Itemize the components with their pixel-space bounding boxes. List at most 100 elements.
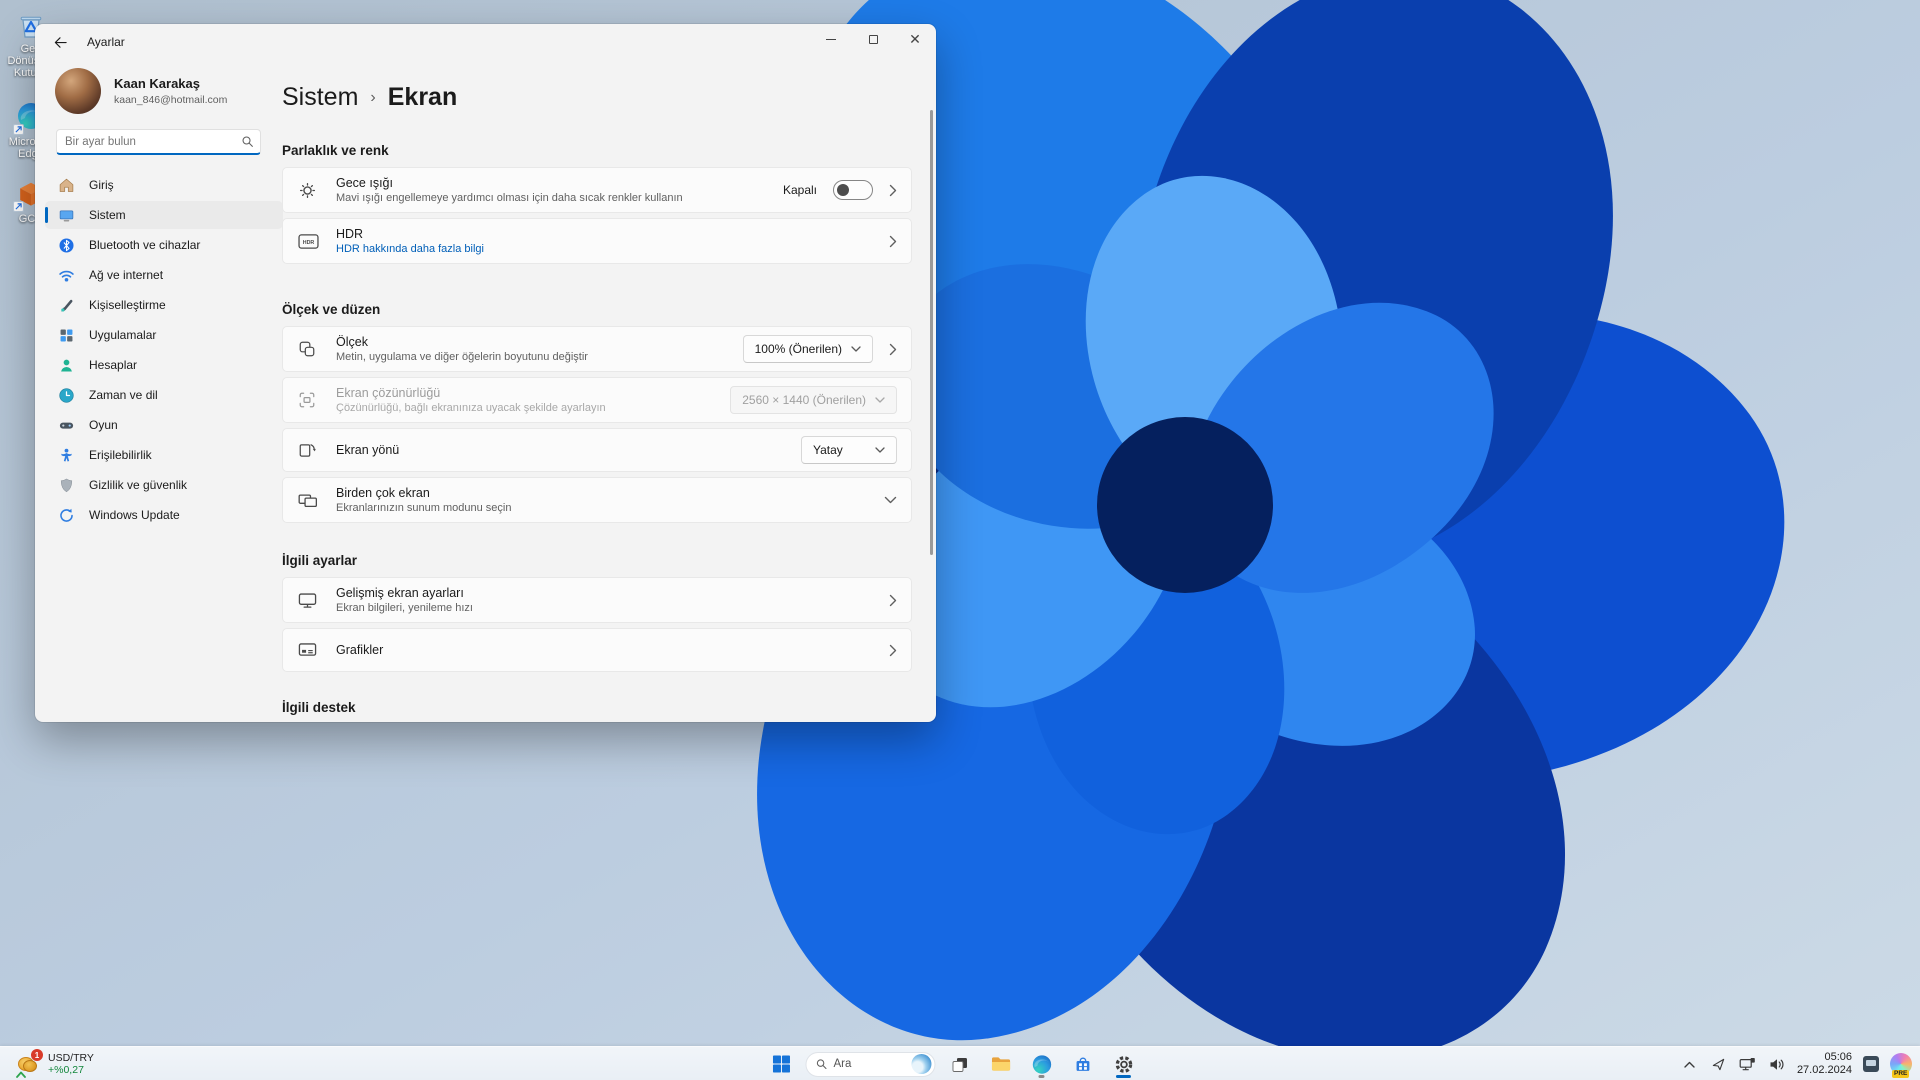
scale-value: 100% (Önerilen) [754, 342, 842, 356]
scrollbar[interactable] [930, 110, 933, 555]
row-multiple-displays[interactable]: Birden çok ekran Ekranlarınızın sunum mo… [282, 477, 912, 523]
minimize-button[interactable] [810, 24, 852, 54]
windows-logo-icon [772, 1055, 790, 1073]
sidebar-item-time-language[interactable]: Zaman ve dil [45, 381, 283, 409]
maximize-button[interactable] [852, 24, 894, 54]
system-icon [59, 209, 74, 221]
row-title: Ölçek [336, 335, 368, 349]
scale-dropdown[interactable]: 100% (Önerilen) [742, 335, 873, 363]
desktop: Geri Dönüşüm Kutusu Microsoft Edge GCC A… [0, 0, 1920, 1080]
search-daily-image [911, 1054, 932, 1074]
home-icon [59, 178, 74, 192]
task-view-button[interactable] [942, 1049, 976, 1079]
sidebar-item-home[interactable]: Giriş [45, 171, 283, 199]
store-button[interactable] [1065, 1049, 1099, 1079]
night-light-toggle[interactable] [833, 180, 873, 200]
file-explorer-button[interactable] [983, 1049, 1017, 1079]
row-title: Gelişmiş ekran ayarları [336, 586, 464, 600]
person-icon [61, 359, 72, 371]
row-title: Birden çok ekran [336, 486, 430, 500]
sidebar-item-windows-update[interactable]: Windows Update [45, 501, 283, 529]
update-icon [60, 508, 73, 522]
page-title: Ekran [387, 82, 458, 111]
titlebar: Ayarlar ✕ [35, 24, 936, 60]
row-subtitle: Mavi ışığı engellemeye yardımcı olması i… [336, 192, 683, 204]
copilot-preview-badge: PRE [1892, 1070, 1910, 1078]
copilot-button[interactable]: PRE [1890, 1053, 1912, 1078]
sidebar-item-bluetooth[interactable]: Bluetooth ve cihazlar [45, 231, 283, 259]
game-controller-icon [59, 422, 74, 429]
breadcrumb: Sistem › Ekran [282, 80, 930, 114]
taskbar-search[interactable]: Ara [805, 1051, 936, 1077]
clock-icon [59, 387, 74, 403]
row-scale[interactable]: Ölçek Metin, uygulama ve diğer öğelerin … [282, 326, 912, 372]
search-icon [242, 136, 253, 147]
back-button[interactable] [43, 29, 77, 55]
hidden-icons-chevron[interactable] [1681, 1053, 1699, 1075]
night-light-icon [298, 180, 322, 200]
row-resolution: Ekran çözünürlüğü Çözünürlüğü, bağlı ekr… [282, 377, 912, 423]
task-view-icon [952, 1057, 967, 1072]
settings-search[interactable] [56, 129, 261, 155]
sidebar-item-personalization[interactable]: Kişiselleştirme [45, 291, 283, 319]
row-advanced-display[interactable]: Gelişmiş ekran ayarları Ekran bilgileri,… [282, 577, 912, 623]
chevron-down-icon [851, 346, 861, 352]
row-subtitle: Ekran bilgileri, yenileme hızı [336, 602, 473, 614]
widgets-finance-icon: 1 [16, 1049, 43, 1078]
sidebar-item-apps[interactable]: Uygulamalar [45, 321, 283, 349]
hdr-info-link[interactable]: HDR hakkında daha fazla bilgi [336, 243, 484, 255]
settings-window: Ayarlar ✕ Kaan Karakaş kaan_846@hotmail.… [35, 24, 936, 722]
row-orientation[interactable]: Ekran yönü Yatay [282, 428, 912, 472]
location-tray-icon[interactable] [1710, 1053, 1728, 1075]
start-button[interactable] [764, 1049, 798, 1079]
search-label: Ara [833, 1058, 852, 1070]
clock[interactable]: 05:06 27.02.2024 [1797, 1051, 1852, 1077]
tray-time: 05:06 [1824, 1051, 1852, 1063]
wifi-icon [59, 270, 74, 282]
row-subtitle: Metin, uygulama ve diğer öğelerin boyutu… [336, 351, 588, 363]
folder-icon [991, 1057, 1010, 1071]
row-subtitle: Ekranlarınızın sunum modunu seçin [336, 502, 512, 514]
resolution-icon [298, 390, 322, 410]
gear-icon [1115, 1055, 1132, 1073]
breadcrumb-separator-icon: › [370, 89, 376, 106]
shortcut-arrow-icon [13, 201, 24, 212]
sidebar-item-privacy[interactable]: Gizlilik ve güvenlik [45, 471, 283, 499]
row-title: HDR [336, 227, 364, 241]
chevron-right-icon [889, 644, 897, 656]
row-night-light[interactable]: Gece ışığı Mavi ışığı engellemeye yardım… [282, 167, 912, 213]
widgets-button[interactable]: 1 USD/TRY +%0,27 [10, 1049, 100, 1078]
apps-icon [60, 329, 73, 341]
chevron-right-icon [889, 235, 897, 247]
row-graphics[interactable]: Grafikler [282, 628, 912, 672]
edge-icon [1032, 1054, 1051, 1074]
sidebar-item-network[interactable]: Ağ ve internet [45, 261, 283, 289]
chevron-right-icon [889, 594, 897, 606]
sidebar-item-accessibility[interactable]: Erişilebilirlik [45, 441, 283, 469]
breadcrumb-parent[interactable]: Sistem [282, 83, 358, 112]
shield-icon [60, 478, 73, 492]
account-card[interactable]: Kaan Karakaş kaan_846@hotmail.com [55, 68, 227, 114]
row-hdr[interactable]: HDR HDR HDR hakkında daha fazla bilgi [282, 218, 912, 264]
paintbrush-icon [61, 299, 73, 312]
orientation-dropdown[interactable]: Yatay [801, 436, 897, 464]
section-heading-brightness: Parlaklık ve renk [282, 143, 389, 158]
close-button[interactable]: ✕ [894, 24, 936, 54]
bluetooth-icon [59, 237, 74, 253]
accessibility-icon [61, 448, 72, 461]
tray-app-icon[interactable] [1863, 1056, 1879, 1072]
account-name: Kaan Karakaş [114, 76, 200, 91]
settings-taskbar-button[interactable] [1106, 1049, 1140, 1079]
search-input[interactable] [65, 135, 241, 148]
chevron-down-icon [884, 496, 897, 504]
edge-button[interactable] [1024, 1049, 1058, 1079]
advanced-display-icon [298, 590, 322, 610]
scale-icon [298, 339, 322, 359]
sidebar-item-gaming[interactable]: Oyun [45, 411, 283, 439]
svg-text:HDR: HDR [303, 240, 315, 246]
volume-tray-icon[interactable] [1768, 1053, 1786, 1075]
sidebar-item-system[interactable]: Sistem [45, 201, 283, 229]
network-tray-icon[interactable] [1739, 1053, 1757, 1075]
widgets-change-label: +%0,27 [48, 1064, 84, 1076]
sidebar-item-accounts[interactable]: Hesaplar [45, 351, 283, 379]
